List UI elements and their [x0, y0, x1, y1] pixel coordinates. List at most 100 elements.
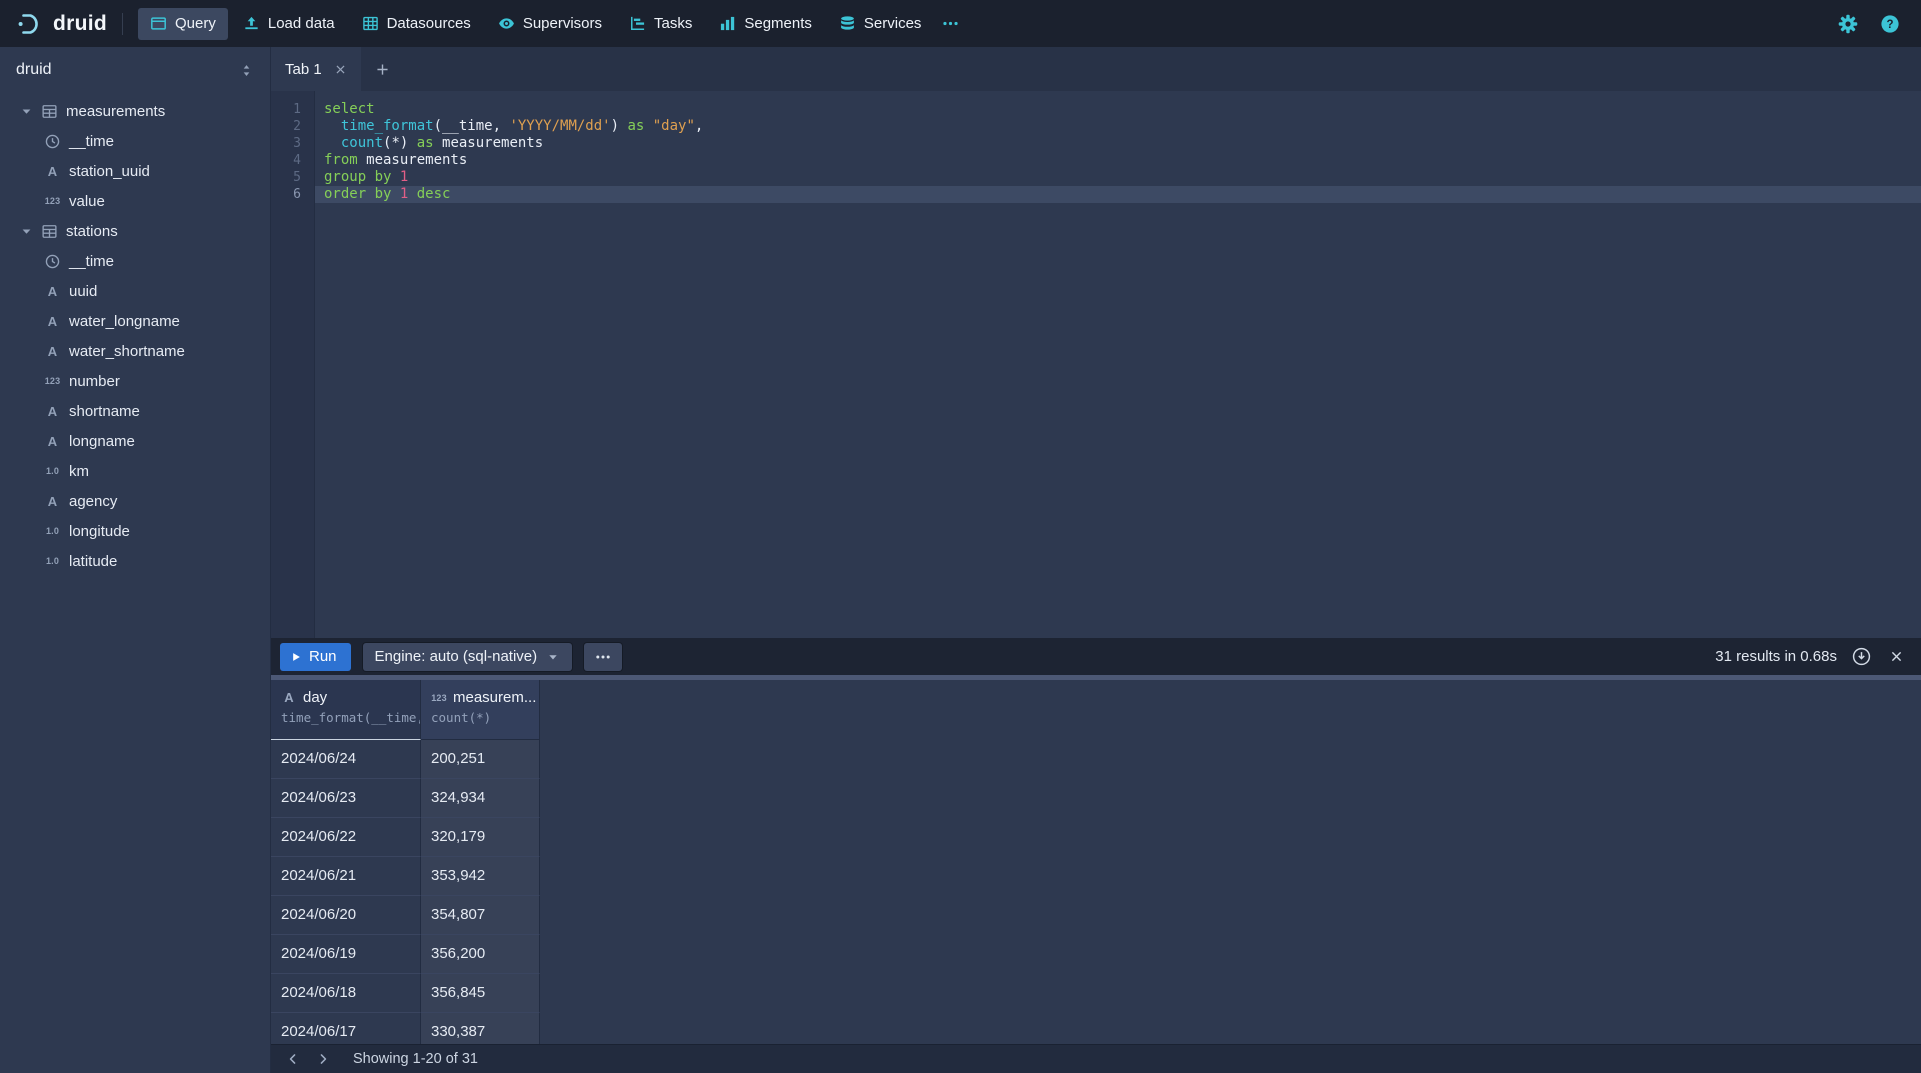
sql-token: measurements: [434, 135, 544, 151]
tree-table-label: stations: [66, 223, 118, 240]
tree-column-value[interactable]: 123value: [0, 186, 270, 216]
gear-icon: [1838, 14, 1858, 34]
sql-token: 1: [400, 169, 408, 185]
nav-item-tasks[interactable]: Tasks: [617, 8, 704, 40]
table-cell[interactable]: 200,251: [421, 740, 540, 779]
tree-table-stations[interactable]: stations: [0, 216, 270, 246]
table-cell[interactable]: 2024/06/23: [271, 779, 421, 818]
more-icon: [595, 649, 611, 665]
next-page-button[interactable]: [309, 1047, 337, 1072]
string-type-icon: A: [44, 163, 61, 179]
tree-column-label: shortname: [69, 403, 140, 420]
tree-column-longname[interactable]: Alongname: [0, 426, 270, 456]
table-row: 2024/06/17330,387: [271, 1013, 1921, 1044]
string-type-icon: A: [44, 403, 61, 419]
tree-column-label: longname: [69, 433, 135, 450]
code-line[interactable]: time_format(__time, 'YYYY/MM/dd') as "da…: [315, 118, 1921, 135]
brand[interactable]: druid: [16, 10, 107, 38]
tab-tab-1[interactable]: Tab 1: [271, 47, 361, 91]
schema-selector[interactable]: druid: [0, 47, 270, 93]
table-cell[interactable]: 356,200: [421, 935, 540, 974]
code-line[interactable]: order by 1 desc: [315, 186, 1921, 203]
download-results-button[interactable]: [1849, 644, 1874, 669]
engine-selector[interactable]: Engine: auto (sql-native): [363, 643, 573, 671]
table-row: 2024/06/19356,200: [271, 935, 1921, 974]
table-cell[interactable]: 320,179: [421, 818, 540, 857]
nav-item-datasources[interactable]: Datasources: [350, 8, 483, 40]
database-icon: [839, 15, 856, 32]
table-cell[interactable]: 2024/06/18: [271, 974, 421, 1013]
nav-item-label: Segments: [744, 15, 812, 32]
tree-column-uuid[interactable]: Auuid: [0, 276, 270, 306]
table-cell[interactable]: 2024/06/19: [271, 935, 421, 974]
table-row: 2024/06/20354,807: [271, 896, 1921, 935]
sql-token: [324, 135, 341, 151]
tree-column--time[interactable]: __time: [0, 126, 270, 156]
column-name: day: [303, 689, 327, 706]
chevron-down-icon: [20, 105, 33, 118]
result-status: 31 results in 0.68s: [1715, 648, 1837, 665]
table-row: 2024/06/23324,934: [271, 779, 1921, 818]
nav-more-button[interactable]: [933, 8, 968, 40]
sql-editor[interactable]: 123456 select time_format(__time, 'YYYY/…: [271, 91, 1921, 638]
tree-table-measurements[interactable]: measurements: [0, 96, 270, 126]
tree-column-shortname[interactable]: Ashortname: [0, 396, 270, 426]
line-number-gutter: 123456: [271, 91, 315, 638]
tree-column--time[interactable]: __time: [0, 246, 270, 276]
prev-page-button[interactable]: [279, 1047, 307, 1072]
number-type-icon: 123: [431, 690, 447, 705]
help-icon: ?: [1880, 14, 1900, 34]
table-cell[interactable]: 330,387: [421, 1013, 540, 1044]
nav-item-services[interactable]: Services: [827, 8, 934, 40]
float-type-icon: 1.0: [44, 463, 61, 479]
results-panel: Adaytime_format(__time, …123measurem...c…: [271, 680, 1921, 1044]
tree-table-label: measurements: [66, 103, 165, 120]
tree-column-water-longname[interactable]: Awater_longname: [0, 306, 270, 336]
table-cell[interactable]: 2024/06/17: [271, 1013, 421, 1044]
sql-token: select: [324, 101, 375, 117]
tree-column-label: value: [69, 193, 105, 210]
sql-token: ,: [695, 118, 703, 134]
new-tab-button[interactable]: [361, 47, 405, 91]
table-icon: [41, 103, 58, 120]
table-cell[interactable]: 2024/06/24: [271, 740, 421, 779]
table-cell[interactable]: 2024/06/22: [271, 818, 421, 857]
pagination-label: Showing 1-20 of 31: [353, 1051, 478, 1067]
column-header-day[interactable]: Adaytime_format(__time, …: [271, 680, 421, 740]
code-line[interactable]: count(*) as measurements: [315, 135, 1921, 152]
nav-item-query[interactable]: Query: [138, 8, 228, 40]
tree-column-longitude[interactable]: 1.0longitude: [0, 516, 270, 546]
query-options-button[interactable]: [584, 643, 622, 671]
nav-item-segments[interactable]: Segments: [707, 8, 824, 40]
column-header-measurem-[interactable]: 123measurem...count(*): [421, 680, 540, 740]
code-line[interactable]: from measurements: [315, 152, 1921, 169]
run-button[interactable]: Run: [280, 643, 351, 671]
table-cell[interactable]: 2024/06/21: [271, 857, 421, 896]
tree-column-station-uuid[interactable]: Astation_uuid: [0, 156, 270, 186]
tree-column-agency[interactable]: Aagency: [0, 486, 270, 516]
code-line[interactable]: group by 1: [315, 169, 1921, 186]
table-cell[interactable]: 356,845: [421, 974, 540, 1013]
nav-item-label: Tasks: [654, 15, 692, 32]
sql-token: [408, 186, 416, 202]
tab-label: Tab 1: [285, 61, 322, 78]
table-cell[interactable]: 353,942: [421, 857, 540, 896]
table-cell[interactable]: 324,934: [421, 779, 540, 818]
nav-item-supervisors[interactable]: Supervisors: [486, 8, 614, 40]
sql-code-area[interactable]: select time_format(__time, 'YYYY/MM/dd')…: [315, 91, 1921, 638]
code-line[interactable]: select: [315, 101, 1921, 118]
tree-column-number[interactable]: 123number: [0, 366, 270, 396]
settings-button[interactable]: [1833, 9, 1863, 39]
table-cell[interactable]: 2024/06/20: [271, 896, 421, 935]
line-number: 3: [271, 135, 314, 152]
tree-column-latitude[interactable]: 1.0latitude: [0, 546, 270, 576]
tree-column-km[interactable]: 1.0km: [0, 456, 270, 486]
table-cell[interactable]: 354,807: [421, 896, 540, 935]
nav-item-load-data[interactable]: Load data: [231, 8, 347, 40]
column-tree: measurements__timeAstation_uuid123values…: [0, 93, 270, 576]
caret-down-icon: [546, 650, 560, 664]
column-expression: time_format(__time, …: [281, 710, 410, 725]
help-button[interactable]: ?: [1875, 9, 1905, 39]
tree-column-water-shortname[interactable]: Awater_shortname: [0, 336, 270, 366]
close-results-button[interactable]: [1886, 646, 1907, 667]
